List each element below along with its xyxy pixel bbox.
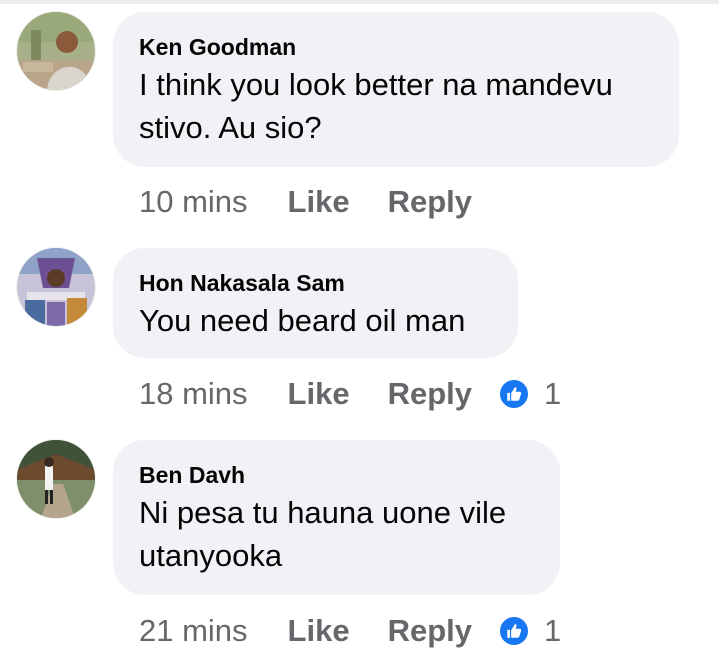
comment-bubble: Ken Goodman I think you look better na m…: [113, 12, 679, 167]
top-divider: [0, 0, 719, 4]
comment-text-line: utanyooka: [139, 538, 283, 573]
thumbs-up-icon: [498, 615, 530, 647]
like-button[interactable]: Like: [288, 184, 350, 220]
comment-text-line: stivo. Au sio?: [139, 110, 322, 145]
comment-actions: 21 mins Like Reply 1: [139, 611, 561, 651]
comment-text-line: I think you look better na mandevu: [139, 67, 613, 102]
reply-button[interactable]: Reply: [388, 613, 472, 649]
comment-timestamp[interactable]: 21 mins: [139, 613, 248, 649]
avatar[interactable]: [17, 12, 95, 90]
reply-button[interactable]: Reply: [388, 376, 472, 412]
comment-timestamp[interactable]: 10 mins: [139, 184, 248, 220]
avatar[interactable]: [17, 248, 95, 326]
avatar[interactable]: [17, 440, 95, 518]
reaction-summary[interactable]: 1: [498, 376, 561, 412]
comment-text: You need beard oil man: [139, 299, 492, 342]
comment-bubble: Hon Nakasala Sam You need beard oil man: [113, 248, 518, 358]
comment-author[interactable]: Ken Goodman: [139, 34, 653, 60]
reaction-summary[interactable]: 1: [498, 613, 561, 649]
like-button[interactable]: Like: [288, 613, 350, 649]
comment-bubble: Ben Davh Ni pesa tu hauna uone vile utan…: [113, 440, 560, 595]
reaction-count: 1: [544, 376, 562, 411]
comment-timestamp[interactable]: 18 mins: [139, 376, 248, 412]
comment-text-line: You need beard oil man: [139, 303, 466, 338]
comment-author[interactable]: Hon Nakasala Sam: [139, 270, 492, 296]
reaction-count: 1: [544, 613, 562, 648]
comment-text: I think you look better na mandevu stivo…: [139, 63, 653, 149]
thumbs-up-icon: [498, 378, 530, 410]
comment-text-line: Ni pesa tu hauna uone vile: [139, 495, 507, 530]
comment-actions: 18 mins Like Reply 1: [139, 374, 561, 414]
like-button[interactable]: Like: [288, 376, 350, 412]
comment-text: Ni pesa tu hauna uone vile utanyooka: [139, 491, 534, 577]
reply-button[interactable]: Reply: [388, 184, 472, 220]
comment-actions: 10 mins Like Reply: [139, 182, 472, 222]
comment-author[interactable]: Ben Davh: [139, 462, 534, 488]
